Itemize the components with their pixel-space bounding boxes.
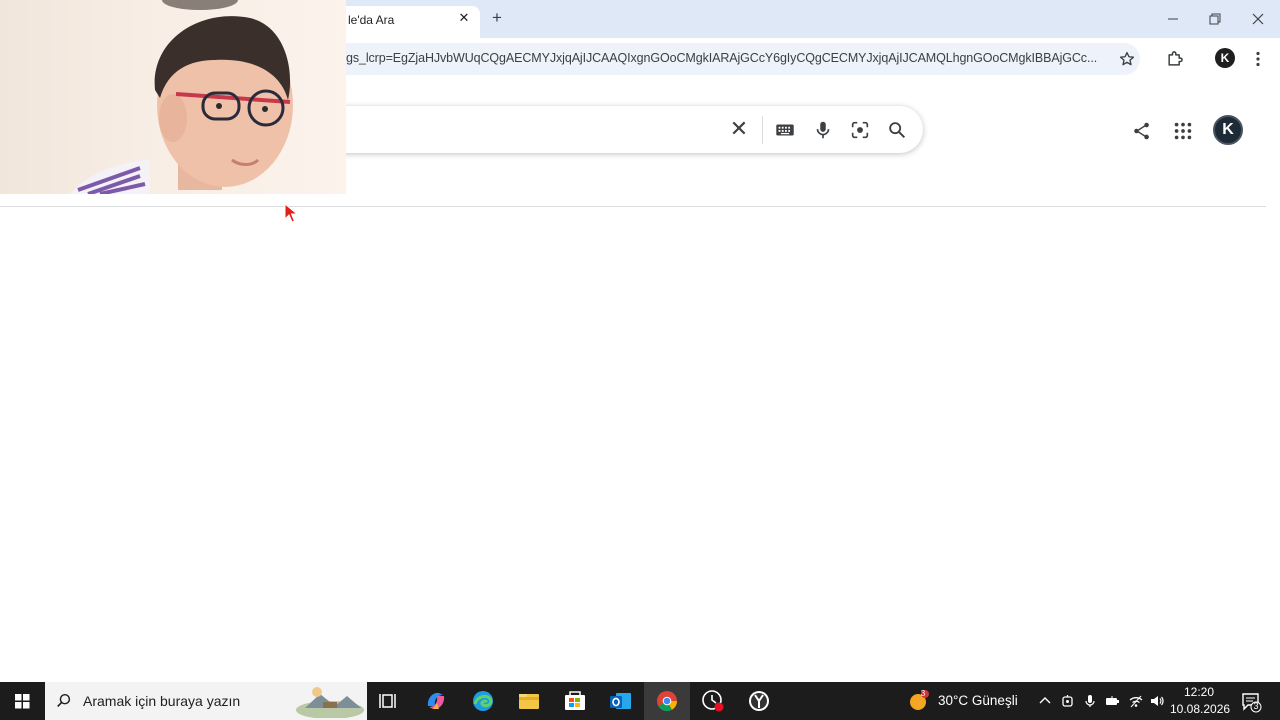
clock-time[interactable]: 12:20	[1173, 685, 1225, 699]
mouse-cursor-icon	[284, 203, 298, 223]
clock-date[interactable]: 10.08.2026	[1170, 702, 1230, 716]
webcam-overlay	[0, 0, 346, 194]
minimize-icon[interactable]	[1163, 9, 1183, 29]
search-icon[interactable]	[886, 119, 908, 141]
microsoft-store-icon[interactable]	[552, 682, 598, 720]
yandex-browser-icon[interactable]	[736, 682, 782, 720]
microphone-icon[interactable]	[812, 119, 834, 141]
share-icon[interactable]	[1131, 120, 1153, 142]
wifi-icon[interactable]	[1128, 693, 1144, 709]
meet-now-icon[interactable]	[1060, 693, 1076, 709]
browser-profile-avatar[interactable]: K	[1215, 48, 1235, 68]
battery-icon[interactable]	[1104, 693, 1120, 709]
address-bar[interactable]: gs_lcrp=EgZjaHJvbWUqCQgAECMYJxjqAjIJCAAQ…	[330, 43, 1140, 75]
webcam-person-image	[70, 0, 293, 194]
task-view-icon[interactable]	[367, 682, 413, 720]
weather-badge: 3	[920, 689, 926, 698]
outlook-icon[interactable]	[598, 682, 644, 720]
chevron-up-icon[interactable]	[1037, 693, 1053, 709]
google-account-avatar[interactable]: K	[1213, 115, 1243, 145]
copilot-icon[interactable]	[413, 682, 459, 720]
edge-browser-icon[interactable]	[460, 682, 506, 720]
chrome-browser-icon[interactable]	[644, 682, 690, 720]
browser-tab[interactable]: le'da Ara ✕	[340, 6, 480, 38]
taskbar-search-box[interactable]: Aramak için buraya yazın	[45, 682, 367, 720]
restore-icon[interactable]	[1205, 9, 1225, 29]
star-icon[interactable]	[1118, 50, 1136, 68]
window-close-icon[interactable]	[1248, 9, 1268, 29]
header-divider	[0, 206, 1266, 207]
google-search-box[interactable]: ✕	[330, 106, 923, 153]
search-highlight-illustration-icon	[296, 687, 364, 718]
volume-icon[interactable]	[1149, 693, 1165, 709]
windows-taskbar: Aramak için buraya yazın 3 30°C Güneşli …	[0, 682, 1280, 720]
clear-search-icon[interactable]: ✕	[728, 118, 750, 140]
address-url[interactable]: gs_lcrp=EgZjaHJvbWUqCQgAECMYJxjqAjIJCAAQ…	[346, 51, 1106, 65]
kebab-menu-icon[interactable]	[1248, 49, 1268, 69]
new-tab-button[interactable]: +	[488, 9, 506, 27]
screen-recorder-icon[interactable]	[690, 682, 736, 720]
taskbar-search-placeholder: Aramak için buraya yazın	[83, 693, 241, 709]
search-divider	[762, 116, 763, 144]
taskbar-search-icon	[57, 693, 71, 707]
notification-count: 3	[1253, 701, 1259, 711]
keyboard-icon[interactable]	[774, 119, 796, 141]
windows-start-icon[interactable]	[0, 682, 45, 720]
apps-grid-icon[interactable]	[1172, 120, 1194, 142]
tab-title: le'da Ara	[348, 13, 395, 27]
weather-text[interactable]: 30°C Güneşli	[938, 693, 1018, 708]
file-explorer-icon[interactable]	[506, 682, 552, 720]
camera-lens-icon[interactable]	[849, 119, 871, 141]
tab-close-icon[interactable]: ✕	[456, 10, 472, 26]
puzzle-icon[interactable]	[1165, 49, 1185, 69]
tray-microphone-icon[interactable]	[1082, 693, 1098, 709]
